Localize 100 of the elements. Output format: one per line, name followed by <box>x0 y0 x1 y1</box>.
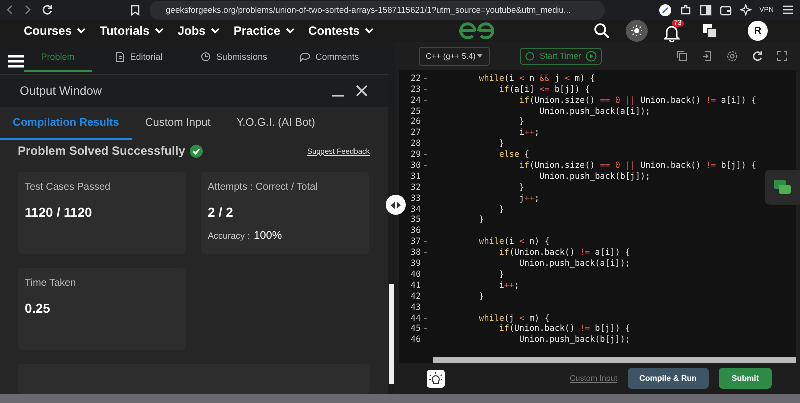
code-line: Union.push_back(b[j]); <box>518 334 630 344</box>
nav-menu[interactable]: Tutorials <box>100 24 164 38</box>
lightbulb-icon <box>429 372 443 386</box>
nav-menu[interactable]: Jobs <box>178 24 220 38</box>
extensions-icon[interactable] <box>680 4 692 16</box>
line-number: 33 <box>410 192 422 203</box>
code-line: } <box>518 116 525 126</box>
code-line: i++; <box>518 127 540 138</box>
code-line: while(i < n && j < m) { <box>478 72 596 83</box>
import-icon[interactable] <box>702 50 713 62</box>
tab[interactable]: Submissions <box>187 44 282 72</box>
code-line: if(Union.back() != b[j]) { <box>498 323 630 334</box>
forward-icon[interactable] <box>24 5 32 16</box>
bookmark-icon[interactable] <box>131 4 140 16</box>
card-value: 2 / 2 <box>208 205 234 220</box>
sidebar-icon[interactable] <box>700 4 712 16</box>
code-line: while(i < n) { <box>478 236 550 246</box>
language-dropdown[interactable]: C++ (g++ 5.4) <box>419 46 490 66</box>
wallet-icon[interactable] <box>720 4 732 16</box>
theme-toggle[interactable] <box>626 20 648 42</box>
sun-icon <box>631 25 643 38</box>
line-number: 28 <box>410 138 422 148</box>
tab[interactable]: Problem <box>24 44 92 72</box>
hint-button[interactable] <box>427 370 445 388</box>
line-number: 23 <box>399 84 427 94</box>
copy-icon[interactable] <box>677 50 688 62</box>
settings-icon[interactable] <box>727 50 738 62</box>
play-icon <box>586 50 598 62</box>
code-line: } <box>498 204 504 214</box>
accuracy-value: 100% <box>254 230 282 242</box>
code-line: Union.push_back(a[i]); <box>538 106 651 116</box>
nav-menu[interactable]: Contests <box>308 24 374 38</box>
line-number: 31 <box>410 170 422 181</box>
card-label: Time Taken <box>25 278 78 290</box>
resize-icon <box>390 200 402 210</box>
chat-icon <box>774 180 792 196</box>
window-title: Output Window <box>20 84 102 98</box>
start-timer-button[interactable]: Start Timer <box>520 48 602 65</box>
line-number: 27 <box>410 127 422 138</box>
caret-icon <box>154 28 164 34</box>
clock-icon <box>201 52 212 62</box>
line-number: 34 <box>410 204 422 214</box>
code-line: Union.push_back(b[j]); <box>538 170 651 181</box>
tab[interactable]: Custom Input <box>132 108 224 140</box>
code-line: } <box>498 268 504 279</box>
code-line: if(Union.size() == 0 || Union.back() != a[i]) { <box>518 94 757 105</box>
reload-icon[interactable] <box>42 4 53 16</box>
code-line: } <box>478 290 484 301</box>
card-label: Attempts : Correct / Total <box>208 182 319 194</box>
tab[interactable]: Comments <box>282 44 377 72</box>
address-bar[interactable]: geeksforgeeks.org/problems/union-of-two-sorted-arrays-1587115621/1?utm_source=youtube&utm_mediu... <box>150 0 605 20</box>
code-line: if(Union.size() == 0 || Union.back() != b[j]) { <box>518 160 757 170</box>
logo-icon[interactable] <box>456 22 497 40</box>
code-editor[interactable] <box>399 70 796 364</box>
submit-button[interactable]: Submit <box>718 368 772 390</box>
reset-icon[interactable] <box>752 50 763 62</box>
line-number: 44 <box>399 312 427 322</box>
code-line: j++; <box>518 192 540 203</box>
close-icon[interactable] <box>356 85 368 98</box>
line-number: 36 <box>410 225 422 236</box>
caret-icon <box>476 53 483 60</box>
scrollbar[interactable] <box>433 357 796 364</box>
card-label: Test Cases Passed <box>25 182 112 194</box>
code-line: if(Union.back() != a[i]) { <box>498 247 630 258</box>
line-number: 43 <box>410 302 422 312</box>
compile-run-button[interactable]: Compile & Run <box>628 368 709 390</box>
search-icon[interactable] <box>594 23 610 40</box>
menu-icon[interactable] <box>782 5 794 16</box>
line-number: 42 <box>410 290 422 301</box>
document-icon <box>116 52 126 63</box>
nav-menu[interactable]: Courses <box>24 24 86 38</box>
line-number: 37 <box>399 236 427 246</box>
line-number: 26 <box>410 116 422 126</box>
custom-input-link[interactable]: Custom Input <box>570 374 618 384</box>
avatar[interactable]: R <box>748 21 768 42</box>
chat-button[interactable] <box>765 170 800 206</box>
line-number: 22 <box>399 72 427 83</box>
code-line: if(a[i] <= b[j]) { <box>498 84 590 94</box>
profile-icon[interactable] <box>658 4 672 17</box>
status-message: Problem Solved Successfully <box>18 144 186 158</box>
tab[interactable]: Y.O.G.I. (AI Bot) <box>224 108 328 140</box>
line-number: 25 <box>410 106 422 116</box>
line-number: 39 <box>410 258 422 268</box>
tab[interactable]: Compilation Results <box>0 108 132 140</box>
fullscreen-icon[interactable] <box>777 50 788 62</box>
sparkle-icon[interactable] <box>740 4 752 16</box>
caret-icon <box>286 28 295 34</box>
line-number: 40 <box>410 268 422 279</box>
caret-icon <box>210 28 220 34</box>
line-number: 29 <box>399 149 427 160</box>
caret-icon <box>77 28 86 34</box>
nav-menu[interactable]: Practice <box>234 24 295 38</box>
caret-icon <box>364 28 374 34</box>
comment-icon <box>300 52 311 62</box>
alarm-icon <box>524 51 535 62</box>
line-number: 41 <box>410 280 422 290</box>
code-line: while(j < m) { <box>478 312 550 322</box>
line-number: 32 <box>410 182 422 192</box>
back-icon[interactable] <box>6 5 14 16</box>
tab[interactable]: Editorial <box>92 44 187 73</box>
